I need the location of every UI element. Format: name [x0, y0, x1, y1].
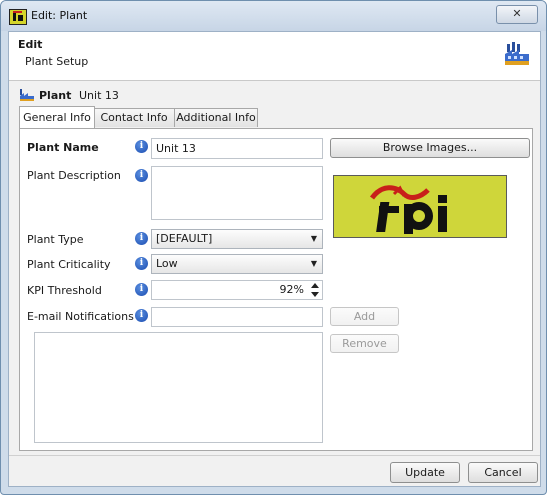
fpi-app-icon — [9, 9, 27, 25]
plant-type-value: [DEFAULT] — [156, 232, 213, 245]
plant-type-label: Plant Type — [27, 233, 84, 246]
info-icon[interactable]: i — [135, 140, 148, 153]
plant-criticality-select[interactable]: Low ▼ — [151, 254, 323, 274]
plant-icon — [20, 89, 34, 101]
factory-icon — [505, 42, 529, 65]
kpi-threshold-value: 92% — [279, 283, 304, 296]
dialog-header: Edit Plant Setup — [9, 32, 540, 81]
header-subtitle: Plant Setup — [25, 55, 89, 68]
header-title: Edit — [18, 38, 43, 51]
title-bar: Edit: Plant ✕ — [1, 1, 546, 31]
plant-label: Plant — [39, 89, 72, 102]
email-notifications-input[interactable] — [151, 307, 323, 327]
remove-button[interactable]: Remove — [330, 334, 399, 353]
browse-images-button[interactable]: Browse Images... — [330, 138, 530, 158]
plant-description-textarea[interactable] — [151, 166, 323, 220]
plant-criticality-label: Plant Criticality — [27, 258, 111, 271]
cancel-button[interactable]: Cancel — [468, 462, 538, 483]
info-icon[interactable]: i — [135, 232, 148, 245]
add-button[interactable]: Add — [330, 307, 399, 326]
tab-general-info[interactable]: General Info — [19, 106, 95, 128]
info-icon[interactable]: i — [135, 169, 148, 182]
kpi-threshold-input[interactable]: 92% — [151, 280, 323, 300]
spinner-icon[interactable] — [311, 282, 319, 298]
general-info-panel: Plant Name i Unit 13 Plant Description i… — [19, 128, 533, 451]
info-icon[interactable]: i — [135, 309, 148, 322]
edit-plant-window: Edit: Plant ✕ Edit Plant Setup Plant Uni… — [0, 0, 547, 495]
plant-type-select[interactable]: [DEFAULT] ▼ — [151, 229, 323, 249]
window-title: Edit: Plant — [31, 9, 88, 22]
update-button[interactable]: Update — [390, 462, 460, 483]
tab-additional-info[interactable]: Additional Info — [174, 108, 258, 127]
plant-name-label: Plant Name — [27, 141, 99, 154]
info-icon[interactable]: i — [135, 257, 148, 270]
dialog-body: Edit Plant Setup Plant Unit 13 General I… — [8, 31, 541, 487]
plant-name-value: Unit 13 — [79, 89, 119, 102]
email-notifications-label: E-mail Notifications — [27, 310, 134, 323]
plant-name-input[interactable]: Unit 13 — [151, 138, 323, 159]
info-icon[interactable]: i — [135, 283, 148, 296]
plant-description-label: Plant Description — [27, 169, 121, 182]
dialog-footer: Update Cancel — [9, 455, 540, 487]
plant-criticality-value: Low — [156, 257, 178, 270]
fpi-logo — [369, 185, 447, 234]
kpi-threshold-label: KPI Threshold — [27, 284, 102, 297]
chevron-down-icon: ▼ — [310, 234, 317, 243]
tab-contact-info[interactable]: Contact Info — [93, 108, 175, 127]
plant-image — [333, 175, 507, 238]
close-button[interactable]: ✕ — [496, 5, 538, 24]
chevron-down-icon: ▼ — [310, 259, 317, 268]
email-notifications-list[interactable] — [34, 332, 323, 443]
